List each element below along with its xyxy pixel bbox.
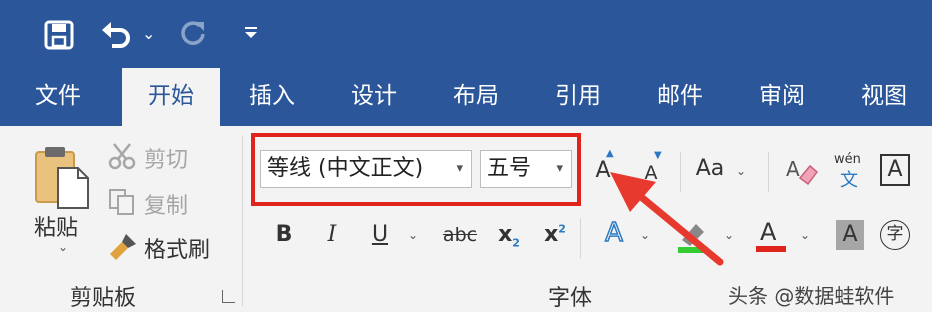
tab-mailings[interactable]: 邮件 [640,68,720,126]
tab-design[interactable]: 设计 [334,68,414,126]
paste-dropdown-icon[interactable]: ⌄ [58,240,68,254]
strikethrough-icon[interactable]: abc [440,224,480,246]
italic-icon[interactable]: I [318,222,346,247]
paste-label: 粘贴 [34,216,79,241]
underline-dropdown-icon[interactable]: ⌄ [408,228,418,242]
paintbrush-icon [110,234,136,260]
undo-dropdown-icon[interactable]: ⌄ [142,24,155,43]
title-bar [0,0,932,68]
separator [580,218,581,258]
superscript-icon[interactable]: x2 [540,222,570,247]
highlight-box [251,133,581,206]
tab-review[interactable]: 审阅 [742,68,822,126]
tab-home[interactable]: 开始 [122,68,220,128]
clipboard-icon [35,147,89,209]
bold-icon[interactable]: B [270,222,298,247]
clipboard-group-label: 剪贴板 [70,286,137,311]
phonetic-guide-icon[interactable]: wén 文 [832,152,868,192]
tab-view[interactable]: 视图 [844,68,924,126]
character-shading-icon[interactable]: A [836,220,864,250]
phonetic-bottom: 文 [840,170,858,191]
format-painter-label: 格式刷 [144,238,211,263]
save-icon[interactable] [44,20,74,54]
watermark: 头条 @数据蛙软件 [728,284,895,308]
separator [768,152,769,192]
underline-icon[interactable]: U [366,222,394,247]
redo-icon [178,18,210,54]
copy-label: 复制 [144,194,189,219]
copy-icon [109,189,134,215]
tab-layout[interactable]: 布局 [436,68,516,126]
format-painter-button[interactable]: 格式刷 [108,230,228,266]
scissors-icon [108,143,136,170]
clipboard-dialog-launcher-icon[interactable] [222,290,235,303]
font-color-dropdown-icon[interactable]: ⌄ [800,228,810,242]
cut-label: 剪切 [144,148,189,173]
enclose-characters-icon[interactable]: 字 [880,220,910,250]
tab-file[interactable]: 文件 [18,68,98,126]
tab-insert[interactable]: 插入 [232,68,312,126]
phonetic-top: wén [834,152,861,167]
change-case-dropdown-icon[interactable]: ⌄ [736,164,746,178]
tab-references[interactable]: 引用 [538,68,618,126]
paste-button[interactable]: 粘贴 ⌄ [28,140,98,260]
cut-button: 剪切 [108,140,218,174]
copy-button: 复制 [108,186,218,220]
annotation-arrow [610,172,724,266]
subscript-icon[interactable]: x2 [494,222,524,249]
font-color-icon[interactable]: A [756,218,786,254]
font-group-label: 字体 [548,286,593,311]
svg-text:A: A [786,157,800,181]
customize-toolbar-icon[interactable] [244,24,258,43]
group-separator [242,136,243,306]
character-border-icon[interactable]: A [880,154,910,186]
clear-formatting-icon[interactable]: A [786,156,819,188]
undo-icon[interactable] [100,18,134,54]
